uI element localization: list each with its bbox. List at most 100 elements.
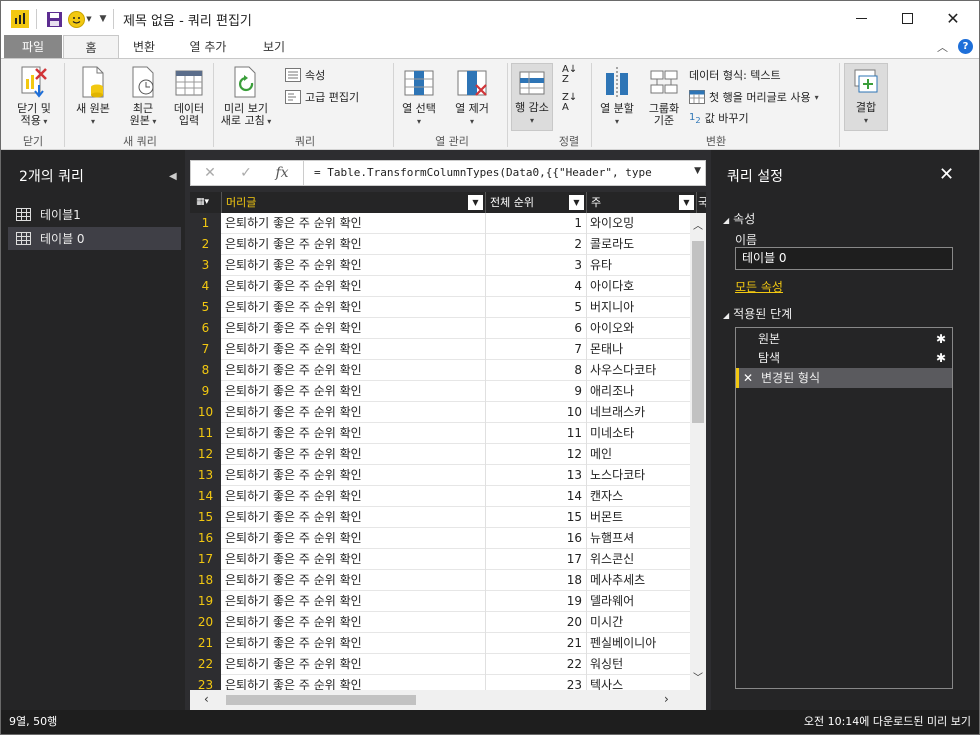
cell-state[interactable]: 몬태나: [587, 339, 690, 360]
vertical-scrollbar[interactable]: ︿ ﹀: [690, 213, 706, 690]
cell-rank[interactable]: 15: [486, 507, 587, 528]
new-source-button[interactable]: 새 원본 ▾: [71, 65, 115, 128]
table-row[interactable]: 16 은퇴하기 좋은 주 순위 확인 16 뉴햄프셔: [190, 528, 690, 549]
cell-state[interactable]: 뉴햄프셔: [587, 528, 690, 549]
gear-icon[interactable]: ✱: [936, 329, 946, 349]
properties-button[interactable]: 속성: [285, 67, 325, 83]
row-number[interactable]: 7: [190, 339, 221, 360]
cell-header[interactable]: 은퇴하기 좋은 주 순위 확인: [222, 549, 486, 570]
row-number[interactable]: 22: [190, 654, 221, 675]
cell-header[interactable]: 은퇴하기 좋은 주 순위 확인: [222, 381, 486, 402]
commit-formula-icon[interactable]: ✓: [229, 161, 263, 185]
remove-columns-button[interactable]: 열 제거 ▾: [449, 65, 495, 128]
cell-rank[interactable]: 2: [486, 234, 587, 255]
feedback-dropdown-icon[interactable]: ▼: [85, 10, 93, 28]
cell-header[interactable]: 은퇴하기 좋은 주 순위 확인: [222, 486, 486, 507]
cell-state[interactable]: 버지니아: [587, 297, 690, 318]
scroll-left-icon[interactable]: ‹: [204, 692, 209, 706]
collapse-ribbon-icon[interactable]: ︿: [937, 39, 948, 55]
formula-input[interactable]: = Table.TransformColumnTypes(Data0,{{"He…: [303, 161, 699, 185]
table-row[interactable]: 19 은퇴하기 좋은 주 순위 확인 19 델라웨어: [190, 591, 690, 612]
cell-header[interactable]: 은퇴하기 좋은 주 순위 확인: [222, 276, 486, 297]
cell-rank[interactable]: 14: [486, 486, 587, 507]
collapse-queries-icon[interactable]: ◀: [169, 171, 177, 182]
filter-dropdown-icon[interactable]: ▼: [679, 195, 694, 210]
row-number[interactable]: 14: [190, 486, 221, 507]
cell-state[interactable]: 버몬트: [587, 507, 690, 528]
cell-header[interactable]: 은퇴하기 좋은 주 순위 확인: [222, 612, 486, 633]
cell-state[interactable]: 미네소타: [587, 423, 690, 444]
maximize-button[interactable]: [884, 1, 930, 35]
cell-header[interactable]: 은퇴하기 좋은 주 순위 확인: [222, 360, 486, 381]
table-row[interactable]: 11 은퇴하기 좋은 주 순위 확인 11 미네소타: [190, 423, 690, 444]
table-row[interactable]: 6 은퇴하기 좋은 주 순위 확인 6 아이오와: [190, 318, 690, 339]
table-row[interactable]: 7 은퇴하기 좋은 주 순위 확인 7 몬태나: [190, 339, 690, 360]
cell-rank[interactable]: 5: [486, 297, 587, 318]
gear-icon[interactable]: ✱: [936, 348, 946, 368]
cell-state[interactable]: 아이다호: [587, 276, 690, 297]
cell-rank[interactable]: 17: [486, 549, 587, 570]
cell-header[interactable]: 은퇴하기 좋은 주 순위 확인: [222, 528, 486, 549]
sort-ascending-icon[interactable]: A↓ Z: [562, 65, 577, 85]
table-row[interactable]: 3 은퇴하기 좋은 주 순위 확인 3 유타: [190, 255, 690, 276]
cell-state[interactable]: 델라웨어: [587, 591, 690, 612]
customize-toolbar-icon[interactable]: ▼: [97, 10, 109, 28]
reduce-rows-button[interactable]: 행 감소 ▾: [511, 63, 553, 131]
cell-rank[interactable]: 1: [486, 213, 587, 234]
row-number[interactable]: 6: [190, 318, 221, 339]
recent-sources-button[interactable]: 최근 원본 ▾: [121, 65, 165, 128]
cell-rank[interactable]: 3: [486, 255, 587, 276]
table-row[interactable]: 17 은퇴하기 좋은 주 순위 확인 17 위스콘신: [190, 549, 690, 570]
table-row[interactable]: 4 은퇴하기 좋은 주 순위 확인 4 아이다호: [190, 276, 690, 297]
cell-state[interactable]: 사우스다코타: [587, 360, 690, 381]
row-number[interactable]: 17: [190, 549, 221, 570]
data-type-dropdown[interactable]: 데이터 형식: 텍스트: [689, 67, 781, 83]
column-header-rank[interactable]: 전체 순위 ▼: [486, 192, 587, 213]
save-icon[interactable]: [45, 10, 63, 28]
cell-header[interactable]: 은퇴하기 좋은 주 순위 확인: [222, 318, 486, 339]
cell-header[interactable]: 은퇴하기 좋은 주 순위 확인: [222, 339, 486, 360]
close-apply-button[interactable]: 닫기 및 적용 ▾: [11, 65, 57, 128]
step-changed-type[interactable]: ✕ 변경된 형식: [736, 368, 952, 388]
row-number[interactable]: 3: [190, 255, 221, 276]
close-settings-icon[interactable]: ✕: [939, 164, 954, 185]
cell-rank[interactable]: 8: [486, 360, 587, 381]
tab-add-column[interactable]: 열 추가: [179, 35, 237, 59]
row-number[interactable]: 8: [190, 360, 221, 381]
row-number[interactable]: 11: [190, 423, 221, 444]
cell-state[interactable]: 위스콘신: [587, 549, 690, 570]
use-first-row-button[interactable]: 첫 행을 머리글로 사용 ▾: [689, 89, 819, 105]
cell-header[interactable]: 은퇴하기 좋은 주 순위 확인: [222, 255, 486, 276]
filter-dropdown-icon[interactable]: ▼: [468, 195, 483, 210]
cell-header[interactable]: 은퇴하기 좋은 주 순위 확인: [222, 633, 486, 654]
column-header-header[interactable]: 머리글 ▼: [222, 192, 486, 213]
cell-state[interactable]: 네브래스카: [587, 402, 690, 423]
cell-state[interactable]: 와이오밍: [587, 213, 690, 234]
cell-rank[interactable]: 6: [486, 318, 587, 339]
row-number[interactable]: 12: [190, 444, 221, 465]
row-number[interactable]: 16: [190, 528, 221, 549]
cell-rank[interactable]: 13: [486, 465, 587, 486]
close-window-button[interactable]: ✕: [930, 1, 976, 35]
table-row[interactable]: 13 은퇴하기 좋은 주 순위 확인 13 노스다코타: [190, 465, 690, 486]
row-number[interactable]: 9: [190, 381, 221, 402]
help-icon[interactable]: ?: [958, 39, 973, 54]
expand-formula-icon[interactable]: ▼: [694, 166, 701, 176]
row-number[interactable]: 19: [190, 591, 221, 612]
cell-state[interactable]: 유타: [587, 255, 690, 276]
cell-header[interactable]: 은퇴하기 좋은 주 순위 확인: [222, 213, 486, 234]
row-number[interactable]: 5: [190, 297, 221, 318]
cell-rank[interactable]: 22: [486, 654, 587, 675]
cell-rank[interactable]: 12: [486, 444, 587, 465]
row-number[interactable]: 21: [190, 633, 221, 654]
query-item-table1[interactable]: 테이블1: [8, 203, 181, 226]
row-number[interactable]: 20: [190, 612, 221, 633]
cell-state[interactable]: 메사추세츠: [587, 570, 690, 591]
tab-file[interactable]: 파일: [4, 35, 62, 59]
scroll-right-icon[interactable]: ›: [664, 692, 669, 706]
cell-state[interactable]: 미시간: [587, 612, 690, 633]
cell-header[interactable]: 은퇴하기 좋은 주 순위 확인: [222, 570, 486, 591]
table-menu-icon[interactable]: ▦▾: [190, 192, 222, 213]
row-number[interactable]: 1: [190, 213, 221, 234]
row-number[interactable]: 13: [190, 465, 221, 486]
